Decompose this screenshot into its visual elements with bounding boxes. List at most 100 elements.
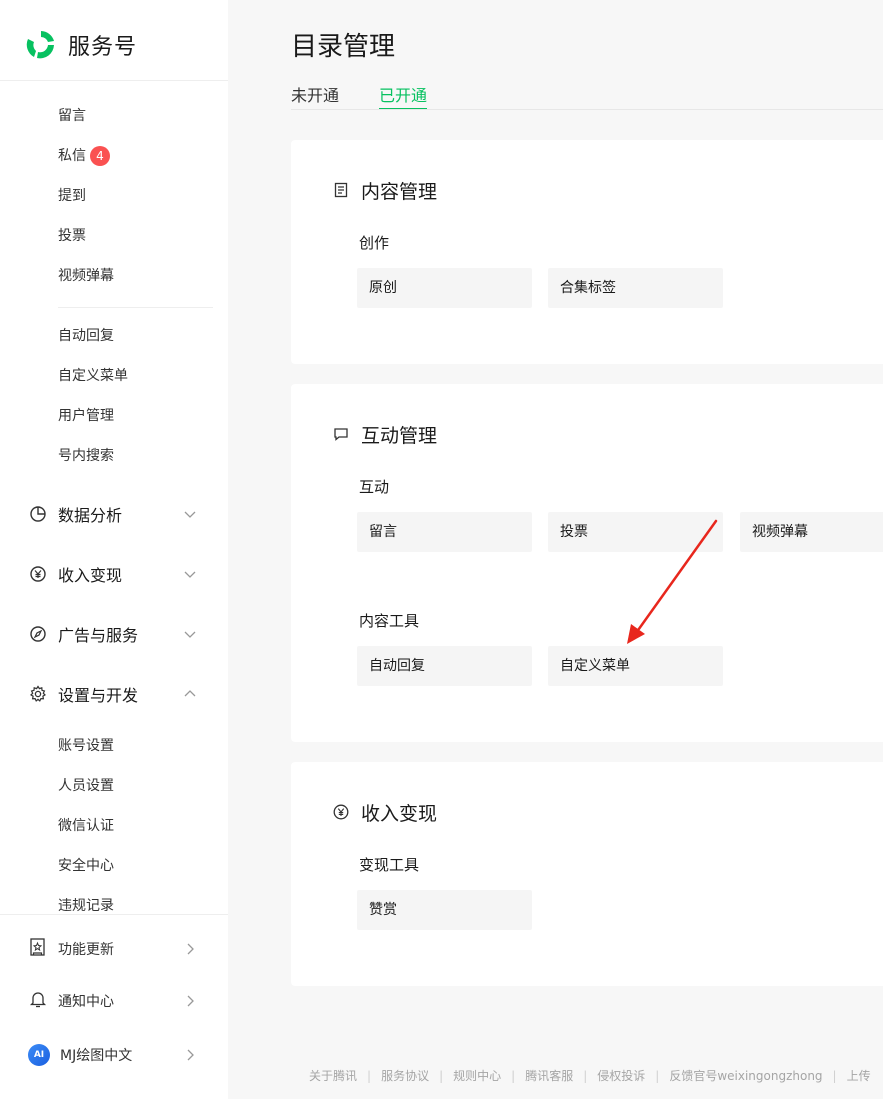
sidebar-group-ads-services[interactable]: 广告与服务 (28, 622, 198, 646)
sidebar-item-label: 私信 (58, 148, 86, 164)
document-icon (334, 182, 348, 198)
unread-badge: 4 (90, 146, 110, 166)
sidebar-group-label: 广告与服务 (58, 626, 139, 645)
sidebar-item-label: 用户管理 (58, 408, 114, 424)
tile-comments[interactable]: 留言 (357, 512, 532, 552)
sidebar-item-label: 自动回复 (58, 328, 114, 344)
sidebar-item-label: 号内搜索 (58, 448, 114, 464)
sidebar-item-label: 提到 (58, 188, 86, 204)
tab-divider (291, 109, 883, 110)
sidebar-item-label: 微信认证 (58, 818, 114, 834)
footer-link-about[interactable]: 关于腾讯 (309, 1069, 357, 1083)
yen-icon (333, 804, 349, 820)
sidebar-item-violation-records[interactable]: 违规记录 (58, 896, 114, 916)
sidebar-item-comments[interactable]: 留言 (58, 106, 86, 126)
sidebar-divider (58, 307, 213, 308)
brand-logo[interactable]: 服务号 (24, 27, 137, 63)
sidebar-item-account-settings[interactable]: 账号设置 (58, 736, 114, 756)
account-name: MJ绘图中文 (60, 1048, 133, 1064)
sidebar-item-feature-updates[interactable]: 功能更新 (28, 938, 198, 960)
tile-votes[interactable]: 投票 (548, 512, 723, 552)
card-content-management: 内容管理 创作 原创 合集标签 (291, 140, 883, 364)
sidebar-item-danmaku[interactable]: 视频弹幕 (58, 266, 114, 286)
sidebar-item-label: 自定义菜单 (58, 368, 128, 384)
yen-icon (28, 564, 48, 584)
tile-custom-menu[interactable]: 自定义菜单 (548, 646, 723, 686)
bell-icon (28, 989, 48, 1013)
card-header: 内容管理 (333, 178, 438, 203)
chevron-right-icon (187, 1049, 194, 1061)
footer-link-support[interactable]: 腾讯客服 (525, 1069, 573, 1083)
brand-name: 服务号 (68, 35, 138, 60)
sidebar-item-label: 账号设置 (58, 738, 114, 754)
sidebar-item-security-center[interactable]: 安全中心 (58, 856, 114, 876)
card-header: 互动管理 (333, 422, 438, 447)
sidebar-item-auto-reply[interactable]: 自动回复 (58, 326, 114, 346)
tile-collection-tags[interactable]: 合集标签 (548, 268, 723, 308)
card-header: 收入变现 (333, 800, 438, 825)
sidebar-item-label: 投票 (58, 228, 86, 244)
sidebar-item-label: 视频弹幕 (58, 268, 114, 284)
sidebar-item-label: 违规记录 (58, 898, 114, 914)
sidebar-group-label: 设置与开发 (58, 686, 139, 705)
avatar: AI (28, 1044, 50, 1066)
sidebar-item-label: 安全中心 (58, 858, 114, 874)
sidebar-item-label: 通知中心 (58, 994, 114, 1010)
sidebar-item-custom-menu[interactable]: 自定义菜单 (58, 366, 128, 386)
footer-link-service-agreement[interactable]: 服务协议 (381, 1069, 429, 1083)
chevron-right-icon (187, 943, 194, 955)
section-label: 变现工具 (359, 856, 420, 874)
logo-icon (26, 31, 54, 59)
card-title: 互动管理 (361, 424, 438, 447)
sidebar-item-votes[interactable]: 投票 (58, 226, 86, 246)
chevron-right-icon (187, 995, 194, 1007)
tab-not-enabled[interactable]: 未开通 (291, 82, 339, 110)
tile-original[interactable]: 原创 (357, 268, 532, 308)
sidebar-item-messages[interactable]: 私信 4 (58, 146, 110, 166)
sidebar-group-settings-dev[interactable]: 设置与开发 (28, 682, 198, 706)
sidebar-divider (0, 914, 228, 915)
section-label: 互动 (359, 478, 390, 496)
update-icon (28, 937, 48, 961)
footer-link-rules[interactable]: 规则中心 (453, 1069, 501, 1083)
sidebar-item-account-switcher[interactable]: AI MJ绘图中文 (28, 1044, 198, 1066)
card-interaction-management: 互动管理 互动 留言 投票 视频弹幕 内容工具 自动回复 自定义菜单 (291, 384, 883, 742)
sidebar-item-notification-center[interactable]: 通知中心 (28, 990, 198, 1012)
sidebar-group-label: 数据分析 (58, 506, 123, 525)
sidebar-group-label: 收入变现 (58, 566, 123, 585)
sidebar-group-data-analysis[interactable]: 数据分析 (28, 502, 198, 526)
section-label: 内容工具 (359, 612, 420, 630)
sidebar-item-label: 功能更新 (58, 942, 114, 958)
tab-bar: 未开通 已开通 (291, 82, 467, 110)
card-monetization: 收入变现 变现工具 赞赏 (291, 762, 883, 986)
page-title: 目录管理 (291, 32, 396, 62)
sidebar-item-label: 留言 (58, 108, 86, 124)
footer-links: 关于腾讯 | 服务协议 | 规则中心 | 腾讯客服 | 侵权投诉 | 反馈官号weixingongz… (309, 1069, 871, 1083)
tile-video-danmaku[interactable]: 视频弹幕 (740, 512, 883, 552)
card-title: 内容管理 (361, 180, 438, 203)
pie-chart-icon (28, 504, 48, 524)
chevron-down-icon (184, 631, 196, 638)
card-title: 收入变现 (361, 802, 438, 825)
chevron-down-icon (184, 511, 196, 518)
sidebar-item-staff-settings[interactable]: 人员设置 (58, 776, 114, 796)
sidebar-item-mentions[interactable]: 提到 (58, 186, 86, 206)
sidebar-item-label: 人员设置 (58, 778, 114, 794)
footer-link-feedback[interactable]: 反馈官号weixingongzhong (669, 1069, 822, 1083)
gear-icon (28, 684, 48, 704)
tile-auto-reply[interactable]: 自动回复 (357, 646, 532, 686)
sidebar-item-wechat-verification[interactable]: 微信认证 (58, 816, 114, 836)
tile-tipping[interactable]: 赞赏 (357, 890, 532, 930)
footer-link-infringement[interactable]: 侵权投诉 (597, 1069, 645, 1083)
chevron-down-icon (184, 571, 196, 578)
chat-icon (334, 428, 348, 441)
chevron-up-icon (184, 690, 196, 697)
sidebar-item-in-account-search[interactable]: 号内搜索 (58, 446, 114, 466)
sidebar-group-monetization[interactable]: 收入变现 (28, 562, 198, 586)
footer-link-more[interactable]: 上传 (847, 1069, 871, 1083)
tab-enabled[interactable]: 已开通 (379, 82, 428, 110)
sidebar-divider (0, 80, 228, 81)
section-label: 创作 (359, 234, 390, 252)
sidebar: 服务号 留言 私信 4 提到 投票 视频弹幕 自动回复 自定义菜单 用户管理 号内… (0, 0, 228, 1099)
sidebar-item-user-management[interactable]: 用户管理 (58, 406, 114, 426)
